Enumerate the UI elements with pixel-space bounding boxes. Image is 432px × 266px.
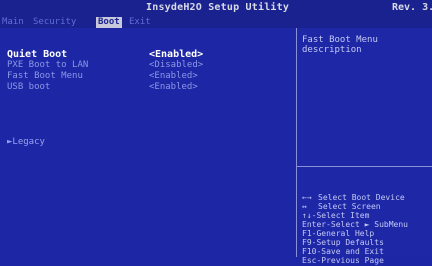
help-description-line: description xyxy=(302,45,362,55)
key-hint-text: F10-Save and Exit xyxy=(302,247,384,256)
setting-label: Fast Boot Menu xyxy=(7,71,83,81)
legacy-submenu[interactable]: ►Legacy xyxy=(7,138,45,147)
left-right-arrows-icon: ←→ xyxy=(302,193,312,202)
key-hint-text: F9-Setup Defaults xyxy=(302,238,384,247)
revision-label: Rev. 3.5 xyxy=(392,2,432,13)
setting-label: Quiet Boot xyxy=(7,49,68,60)
tab-bar: Main Security Boot Exit xyxy=(0,16,432,29)
key-hint-text: Esc-Previous Page xyxy=(302,256,384,265)
setting-row-pxe-boot[interactable]: PXE Boot to LAN <Disabled> xyxy=(7,61,292,71)
key-legend: ←→ Select Boot Device ↔ Select Screen ↑↓-S… xyxy=(302,194,408,266)
setting-value[interactable]: <Enabled> xyxy=(149,50,203,60)
setting-row-usb-boot[interactable]: USB boot <Enabled> xyxy=(7,83,292,93)
setting-label: PXE Boot to LAN xyxy=(7,60,89,70)
key-hint-text: ↑↓-Select Item xyxy=(302,211,370,220)
setting-value[interactable]: <Enabled> xyxy=(149,83,198,92)
help-panel: Fast Boot Menu description ←→ Select Boot… xyxy=(296,28,432,265)
app-title: InsydeH2O Setup Utility xyxy=(146,2,290,13)
setting-label: USB boot xyxy=(7,82,51,92)
key-hint-text: Select Screen xyxy=(318,202,381,211)
key-hint-text: F1-General Help xyxy=(302,229,375,238)
help-description: Fast Boot Menu description xyxy=(302,36,378,56)
setting-value[interactable]: <Disabled> xyxy=(149,61,203,70)
key-hint-previous-page: Esc-Previous Page xyxy=(302,257,408,266)
title-bar: InsydeH2O Setup Utility Rev. 3.5 xyxy=(0,0,432,16)
settings-panel: Quiet Boot <Enabled> PXE Boot to LAN <Di… xyxy=(0,28,296,257)
left-right-arrow-icon: ↔ xyxy=(302,202,307,211)
setting-row-quiet-boot[interactable]: Quiet Boot <Enabled> xyxy=(7,50,292,60)
setting-value[interactable]: <Enabled> xyxy=(149,72,198,81)
key-hint-text: Enter-Select ► SubMenu xyxy=(302,220,408,229)
help-divider xyxy=(297,166,432,167)
key-hint-text: Select Boot Device xyxy=(318,193,405,202)
setting-row-fast-boot-menu[interactable]: Fast Boot Menu <Enabled> xyxy=(7,72,292,82)
